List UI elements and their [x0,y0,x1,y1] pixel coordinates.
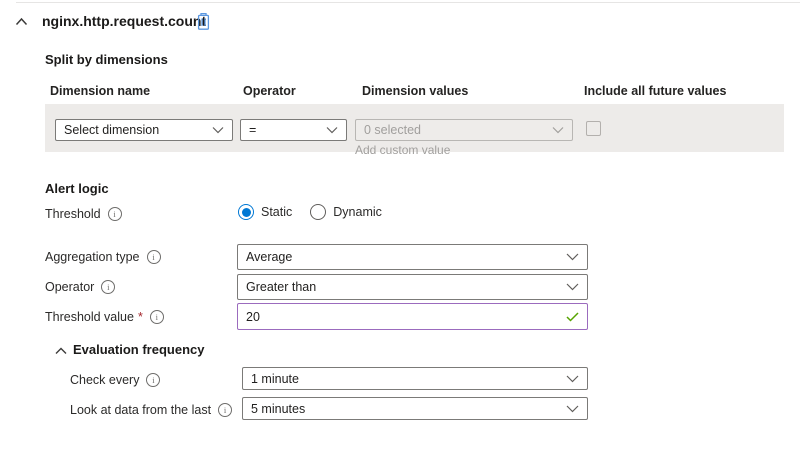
chevron-down-icon [552,126,564,134]
add-custom-value-link: Add custom value [355,143,450,157]
collapse-evaluation-frequency-icon[interactable] [55,347,67,355]
threshold-radio-group: Static Dynamic [238,204,382,220]
dimension-row: Select dimension = 0 selected Add custom… [45,104,784,152]
alert-logic-title: Alert logic [45,181,109,196]
top-divider [16,2,800,3]
chevron-down-icon [566,283,579,292]
info-icon[interactable]: i [218,403,232,417]
dimension-values-select-value: 0 selected [364,123,421,137]
alert-condition-panel: nginx.http.request.count Split by dimens… [0,0,800,454]
operator-select-value: Greater than [246,280,316,294]
look-back-label-row: Look at data from the last i [70,403,232,417]
column-header-include-future-values: Include all future values [584,84,726,98]
column-header-dimension-values: Dimension values [362,84,468,98]
chevron-down-icon [326,126,338,134]
radio-unselected-icon [310,204,326,220]
info-icon[interactable]: i [101,280,115,294]
check-every-select[interactable]: 1 minute [242,367,588,390]
threshold-value-field-wrap [237,303,588,330]
info-icon[interactable]: i [146,373,160,387]
collapse-metric-icon[interactable] [15,17,28,26]
chevron-down-icon [566,374,579,383]
delete-metric-button[interactable] [196,12,211,34]
threshold-static-label: Static [261,205,292,219]
chevron-down-icon [566,404,579,413]
operator-label: Operator [45,280,94,294]
trash-icon [196,12,211,34]
aggregation-type-select[interactable]: Average [237,244,588,270]
include-future-values-checkbox[interactable] [586,121,601,136]
chevron-down-icon [212,126,224,134]
threshold-dynamic-radio[interactable]: Dynamic [310,204,382,220]
dimension-name-select-value: Select dimension [64,123,159,137]
aggregation-type-label-row: Aggregation type i [45,250,161,264]
dimension-values-select: 0 selected [355,119,573,141]
threshold-static-radio[interactable]: Static [238,204,292,220]
look-back-label: Look at data from the last [70,403,211,417]
dimension-name-select[interactable]: Select dimension [55,119,233,141]
split-by-dimensions-title: Split by dimensions [45,52,168,67]
check-every-label: Check every [70,373,139,387]
dimension-operator-select[interactable]: = [240,119,347,141]
aggregation-type-select-value: Average [246,250,292,264]
threshold-label-row: Threshold i [45,207,122,221]
checkmark-icon [566,311,579,322]
check-every-select-value: 1 minute [251,372,299,386]
required-asterisk: * [138,310,143,324]
dimension-operator-select-value: = [249,123,256,137]
operator-label-row: Operator i [45,280,115,294]
column-header-dimension-name: Dimension name [50,84,150,98]
chevron-down-icon [566,253,579,262]
metric-name-title: nginx.http.request.count [42,13,206,29]
radio-selected-icon [238,204,254,220]
check-every-label-row: Check every i [70,373,160,387]
operator-select[interactable]: Greater than [237,274,588,300]
info-icon[interactable]: i [150,310,164,324]
threshold-value-input[interactable] [237,303,588,330]
threshold-value-label: Threshold value [45,310,134,324]
threshold-value-label-row: Threshold value * i [45,310,164,324]
threshold-dynamic-label: Dynamic [333,205,382,219]
info-icon[interactable]: i [147,250,161,264]
threshold-label: Threshold [45,207,101,221]
column-header-operator: Operator [243,84,296,98]
look-back-select-value: 5 minutes [251,402,305,416]
aggregation-type-label: Aggregation type [45,250,140,264]
look-back-select[interactable]: 5 minutes [242,397,588,420]
info-icon[interactable]: i [108,207,122,221]
evaluation-frequency-title: Evaluation frequency [73,342,204,357]
